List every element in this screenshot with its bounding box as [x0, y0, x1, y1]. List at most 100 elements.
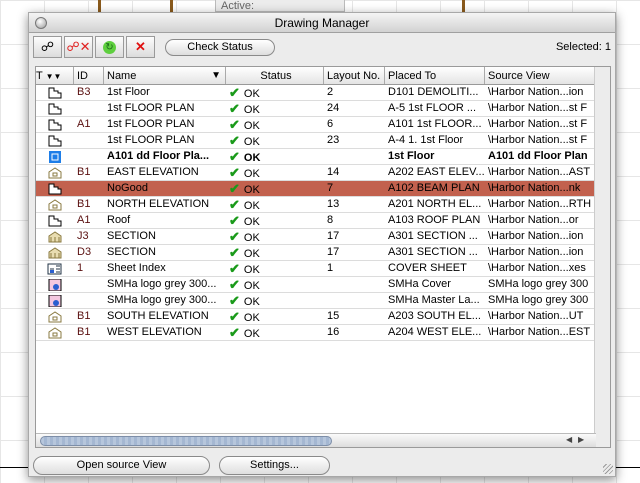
- plan-type-icon: [36, 101, 74, 116]
- cell-source-view: \Harbor Nation...or: [488, 214, 579, 226]
- drawing-line: [0, 467, 28, 468]
- cell-id: A1: [77, 214, 91, 226]
- drawing-line: [170, 0, 173, 12]
- cell-status: ✔ OK: [229, 101, 260, 116]
- checkmark-icon: ✔: [229, 293, 240, 308]
- cell-name: NoGood: [107, 182, 148, 194]
- cell-status: ✔ OK: [229, 181, 260, 196]
- horizontal-scrollbar[interactable]: ◀ ▶: [36, 433, 596, 447]
- drawing-table: T ▼▼ ID Name ▼ Status Layout No. Placed T…: [35, 66, 611, 448]
- close-window-button[interactable]: [35, 17, 47, 29]
- table-row[interactable]: B1 WEST ELEVATION ✔ OK 16 A204 WEST ELE..…: [36, 325, 596, 341]
- resize-grip-icon[interactable]: [603, 464, 613, 474]
- title-bar[interactable]: Drawing Manager: [29, 13, 615, 33]
- cell-id: [74, 293, 104, 308]
- checkmark-icon: ✔: [229, 261, 240, 276]
- cell-placed-to: A203 SOUTH EL...: [388, 310, 481, 322]
- scroll-right-icon[interactable]: ▶: [578, 435, 584, 444]
- plan-type-icon: [36, 133, 74, 148]
- cell-source-view: A101 dd Floor Plan: [488, 150, 588, 162]
- table-body: B3 1st Floor ✔ OK 2 D101 DEMOLITI... \Har…: [36, 85, 596, 341]
- delete-button[interactable]: ✕: [126, 36, 155, 58]
- open-source-view-button[interactable]: Open source View: [33, 456, 210, 475]
- cell-placed-to: SMHa Cover: [388, 278, 451, 290]
- checkmark-icon: ✔: [229, 229, 240, 244]
- palette-label: Active:: [221, 0, 255, 12]
- cell-status: ✔ OK: [229, 133, 260, 148]
- update-button[interactable]: ↻: [95, 36, 124, 58]
- settings-button[interactable]: Settings...: [219, 456, 330, 475]
- column-status[interactable]: Status: [226, 67, 324, 84]
- elevation-type-icon: [36, 165, 74, 180]
- table-row[interactable]: B1 EAST ELEVATION ✔ OK 14 A202 EAST ELEV.…: [36, 165, 596, 181]
- section-type-icon: [36, 229, 74, 244]
- scroll-left-icon[interactable]: ◀: [566, 435, 572, 444]
- section-type-icon: [36, 245, 74, 260]
- cell-placed-to: A301 SECTION ...: [388, 246, 478, 258]
- table-row[interactable]: NoGood ✔ OK 7 A102 BEAM PLAN \Harbor Nati…: [36, 181, 596, 197]
- cell-placed-to: SMHa Master La...: [388, 294, 480, 306]
- cell-name: A101 dd Floor Pla...: [107, 150, 210, 162]
- cell-name: SOUTH ELEVATION: [107, 310, 209, 322]
- layout-type-icon: [36, 149, 74, 164]
- column-name[interactable]: Name ▼: [104, 67, 226, 84]
- cell-placed-to: A-4 1. 1st Floor: [388, 134, 464, 146]
- cell-source-view: \Harbor Nation...ion: [488, 230, 584, 242]
- cell-status: ✔ OK: [229, 293, 260, 308]
- column-source-view[interactable]: Source View: [485, 67, 596, 84]
- cell-status: ✔ OK: [229, 229, 260, 244]
- sort-arrows-icon: ▼▼: [45, 72, 62, 81]
- checkmark-icon: ✔: [229, 117, 240, 132]
- cell-source-view: \Harbor Nation...UT: [488, 310, 584, 322]
- delete-icon: ✕: [135, 39, 146, 54]
- cell-source-view: SMHa logo grey 300: [488, 278, 589, 290]
- table-row[interactable]: 1 Sheet Index ✔ OK 1 COVER SHEET \Harbor …: [36, 261, 596, 277]
- table-row[interactable]: 1st FLOOR PLAN ✔ OK 24 A-5 1st FLOOR ... …: [36, 101, 596, 117]
- unlink-button[interactable]: ☍✕: [64, 36, 93, 58]
- cell-layout-no: [324, 293, 385, 308]
- plan-type-icon: [36, 181, 74, 196]
- cell-placed-to: A-5 1st FLOOR ...: [388, 102, 477, 114]
- table-row[interactable]: A1 Roof ✔ OK 8 A103 ROOF PLAN \Harbor Nat…: [36, 213, 596, 229]
- table-row[interactable]: SMHa logo grey 300... ✔ OK SMHa Master La…: [36, 293, 596, 309]
- cell-placed-to: D101 DEMOLITI...: [388, 86, 479, 98]
- cell-layout-no: 1: [327, 262, 334, 274]
- table-row[interactable]: A101 dd Floor Pla... ✔ OK 1st Floor A101 …: [36, 149, 596, 165]
- cell-name: WEST ELEVATION: [107, 326, 202, 338]
- check-status-button[interactable]: Check Status: [165, 39, 275, 56]
- plan-type-icon: [36, 213, 74, 228]
- table-row[interactable]: SMHa logo grey 300... ✔ OK SMHa Cover SMH…: [36, 277, 596, 293]
- cell-layout-no: [324, 149, 385, 164]
- scrollbar-thumb[interactable]: [40, 436, 332, 446]
- column-placed-to[interactable]: Placed To: [385, 67, 485, 84]
- column-type[interactable]: T ▼▼: [36, 67, 74, 84]
- table-row[interactable]: J3 SECTION ✔ OK 17 A301 SECTION ... \Harb…: [36, 229, 596, 245]
- column-id[interactable]: ID: [74, 67, 104, 84]
- table-row[interactable]: B1 SOUTH ELEVATION ✔ OK 15 A203 SOUTH EL.…: [36, 309, 596, 325]
- cell-id: [74, 133, 104, 148]
- vertical-scrollbar[interactable]: [594, 67, 610, 447]
- cell-name: SECTION: [107, 246, 156, 258]
- cell-placed-to: 1st Floor: [388, 150, 435, 162]
- checkmark-icon: ✔: [229, 133, 240, 148]
- checkmark-icon: ✔: [229, 213, 240, 228]
- cell-placed-to: A102 BEAM PLAN: [388, 182, 480, 194]
- cell-source-view: \Harbor Nation...ion: [488, 246, 584, 258]
- plan-type-icon: [36, 85, 74, 100]
- cell-layout-no: 16: [327, 326, 340, 338]
- table-row[interactable]: B3 1st Floor ✔ OK 2 D101 DEMOLITI... \Har…: [36, 85, 596, 101]
- table-row[interactable]: 1st FLOOR PLAN ✔ OK 23 A-4 1. 1st Floor \…: [36, 133, 596, 149]
- index-type-icon: [36, 261, 74, 276]
- cell-id: 1: [77, 262, 84, 274]
- column-layout-no[interactable]: Layout No.: [324, 67, 385, 84]
- table-row[interactable]: A1 1st FLOOR PLAN ✔ OK 6 A101 1st FLOOR..…: [36, 117, 596, 133]
- cell-id: J3: [77, 230, 89, 242]
- background-palette: Active:: [215, 0, 345, 12]
- cell-status: ✔ OK: [229, 149, 261, 164]
- drawing-line: [616, 467, 640, 468]
- table-row[interactable]: D3 SECTION ✔ OK 17 A301 SECTION ... \Harb…: [36, 245, 596, 261]
- table-row[interactable]: B1 NORTH ELEVATION ✔ OK 13 A201 NORTH EL.…: [36, 197, 596, 213]
- cell-layout-no: 7: [327, 182, 334, 194]
- cell-status: ✔ OK: [229, 85, 260, 100]
- link-button[interactable]: ☍: [33, 36, 62, 58]
